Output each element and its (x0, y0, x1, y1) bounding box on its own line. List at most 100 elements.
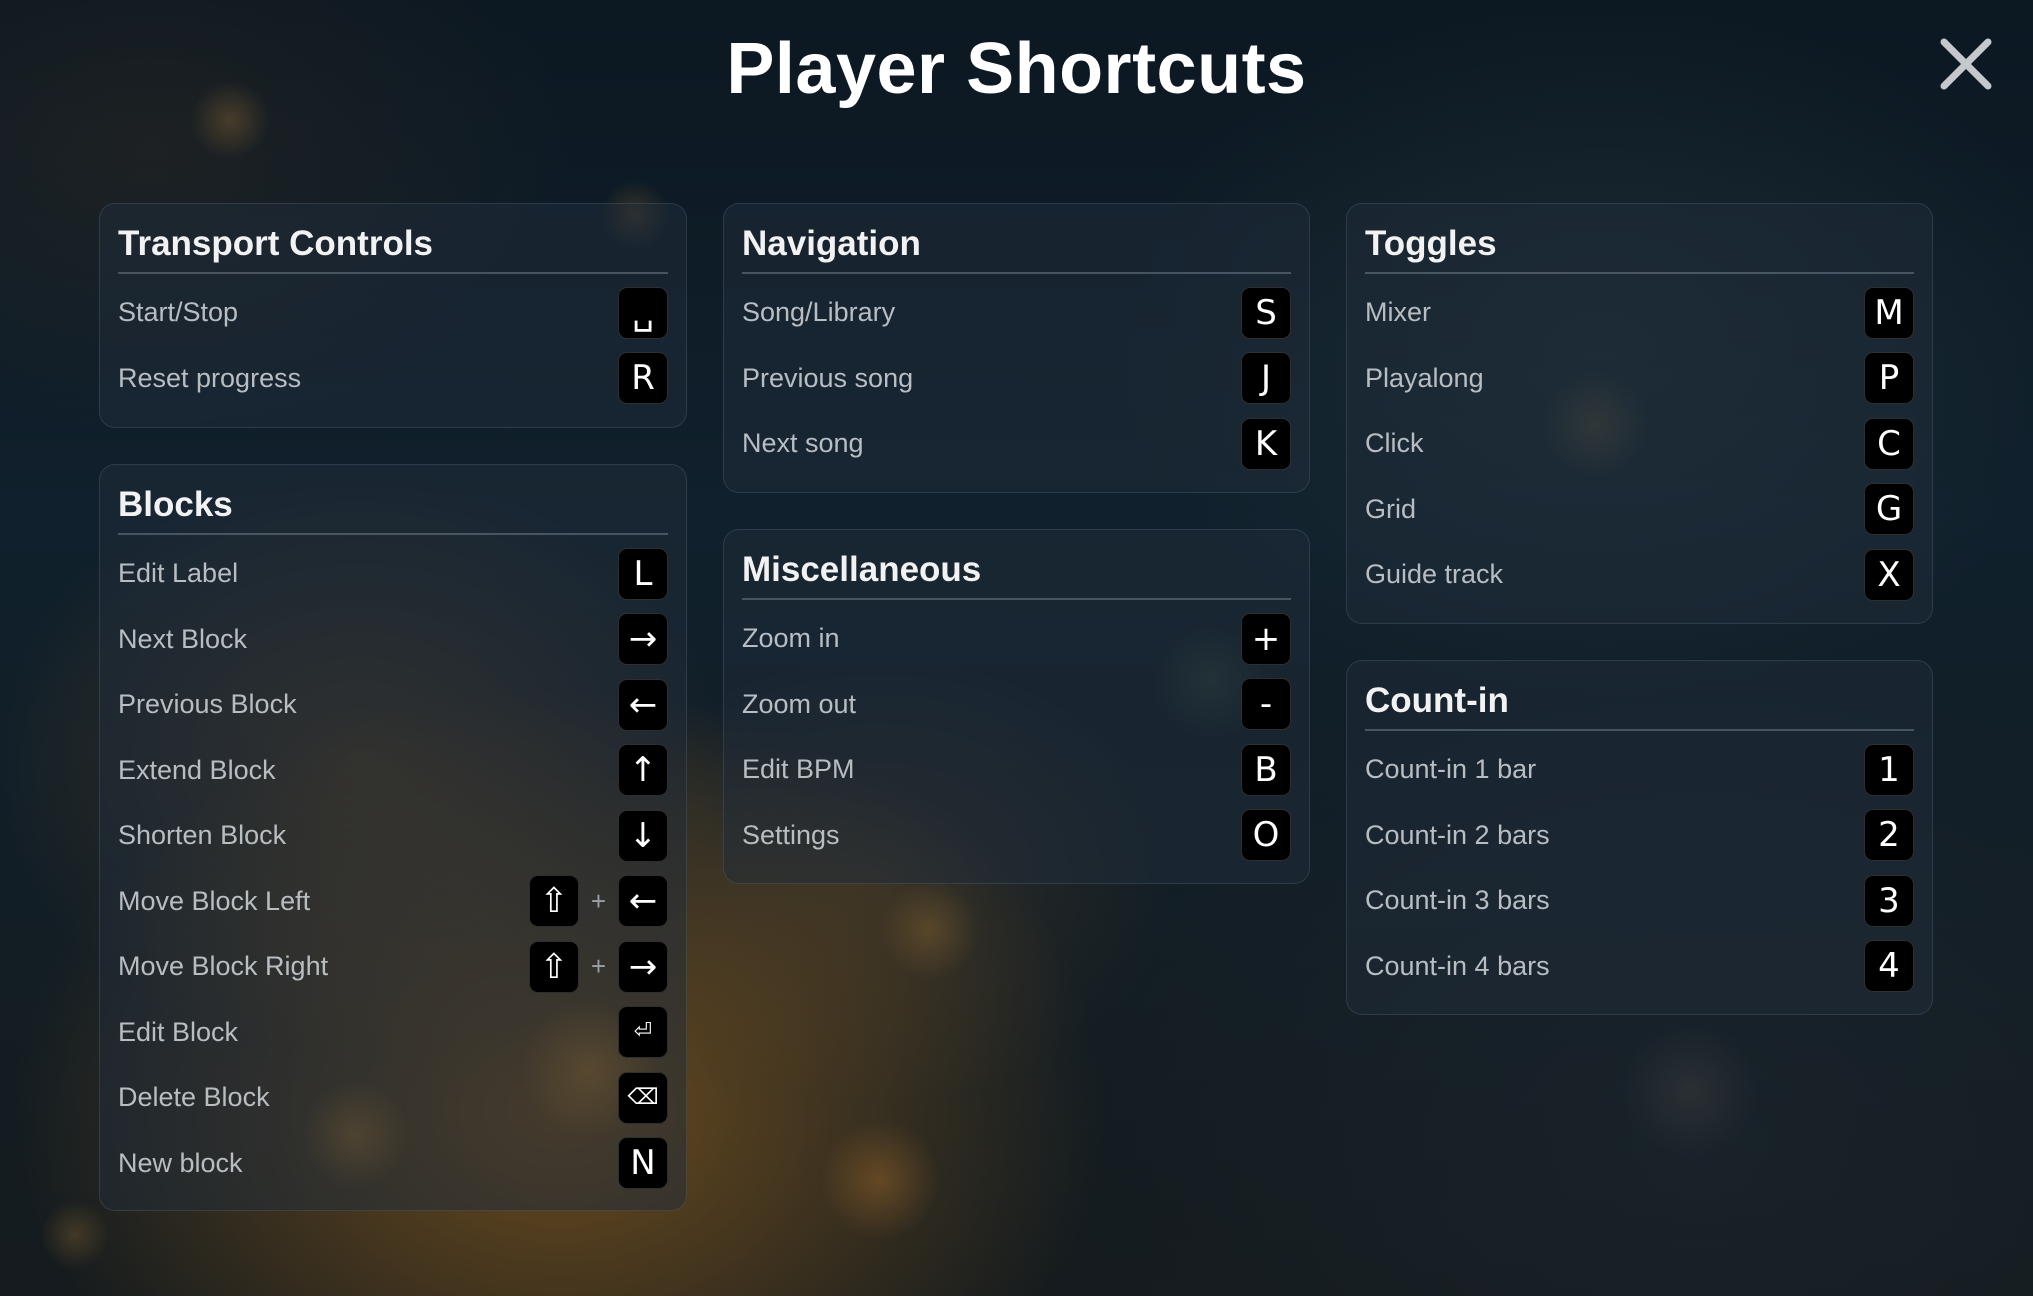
shortcut-row-start-stop: Start/Stop ␣ (118, 280, 668, 346)
plus-separator: + (590, 885, 606, 916)
key-badge: O (1241, 809, 1291, 862)
transport-controls-panel: Transport Controls Start/Stop ␣ Reset pr… (99, 203, 687, 428)
shortcut-label: Count-in 4 bars (1365, 950, 1550, 981)
key-badge: B (1241, 743, 1291, 796)
shortcut-row-grid: Grid G (1365, 477, 1914, 543)
shortcut-row-next-song: Next song K (742, 411, 1291, 477)
plus-icon: + (1241, 612, 1291, 665)
shortcut-label: Edit Block (118, 1016, 239, 1047)
page-title: Player Shortcuts (726, 29, 1307, 109)
shortcut-label: Song/Library (742, 297, 896, 328)
shortcut-label: Guide track (1365, 559, 1504, 590)
shortcut-label: Previous song (742, 362, 914, 393)
shortcut-row-guide-track: Guide track X (1365, 542, 1914, 608)
panel-title: Count-in (1365, 661, 1914, 731)
shortcut-label: New block (118, 1147, 243, 1178)
arrow-right-icon: → (618, 613, 668, 666)
shortcut-label: Start/Stop (118, 297, 239, 328)
shortcut-row-move-block-left: Move Block Left ⇧ + ← (118, 869, 668, 935)
key-badge: 2 (1864, 809, 1914, 862)
shortcut-row-previous-block: Previous Block ← (118, 672, 668, 738)
shortcut-label: Edit BPM (742, 754, 855, 785)
shortcut-label: Zoom in (742, 623, 840, 654)
shortcut-label: Mixer (1365, 297, 1431, 328)
shortcut-label: Grid (1365, 493, 1417, 524)
shortcut-label: Reset progress (118, 362, 302, 393)
shortcut-row-reset-progress: Reset progress R (118, 346, 668, 412)
backspace-icon: ⌫ (618, 1071, 668, 1124)
arrow-left-icon: ← (618, 875, 668, 928)
bokeh-light (1620, 1020, 1760, 1160)
panel-title: Navigation (742, 204, 1291, 274)
shift-icon: ⇧ (528, 875, 579, 928)
shift-icon: ⇧ (528, 940, 579, 993)
shortcut-row-click: Click C (1365, 411, 1914, 477)
panel-title: Blocks (118, 465, 668, 535)
key-badge: 3 (1864, 874, 1914, 927)
count-in-panel: Count-in Count-in 1 bar 1 Count-in 2 bar… (1346, 660, 1933, 1015)
arrow-down-icon: ↓ (618, 809, 668, 862)
key-badge: R (618, 352, 668, 405)
shortcut-row-extend-block: Extend Block ↑ (118, 738, 668, 804)
shortcut-row-settings: Settings O (742, 803, 1291, 869)
shortcut-label: Delete Block (118, 1082, 270, 1113)
shortcut-row-playalong: Playalong P (1365, 346, 1914, 412)
shortcut-label: Count-in 1 bar (1365, 754, 1537, 785)
plus-separator: + (590, 951, 606, 982)
key-badge: P (1864, 352, 1914, 405)
shortcut-row-delete-block: Delete Block ⌫ (118, 1065, 668, 1131)
shortcut-row-previous-song: Previous song J (742, 346, 1291, 412)
arrow-left-icon: ← (618, 678, 668, 731)
return-icon: ⏎ (618, 1006, 668, 1059)
shortcut-row-count-in-4: Count-in 4 bars 4 (1365, 934, 1914, 1000)
close-icon (1940, 38, 1992, 90)
shortcut-label: Click (1365, 428, 1424, 459)
key-badge: 4 (1864, 940, 1914, 993)
key-badge: K (1241, 417, 1291, 470)
shortcut-row-mixer: Mixer M (1365, 280, 1914, 346)
key-badge: X (1864, 548, 1914, 601)
bokeh-light (820, 1120, 940, 1240)
shortcut-row-count-in-3: Count-in 3 bars 3 (1365, 868, 1914, 934)
shortcut-row-shorten-block: Shorten Block ↓ (118, 803, 668, 869)
shortcut-label: Count-in 3 bars (1365, 885, 1550, 916)
arrow-right-icon: → (618, 940, 668, 993)
blocks-panel: Blocks Edit Label L Next Block → Previou… (99, 464, 687, 1211)
shortcut-label: Shorten Block (118, 820, 287, 851)
shortcut-label: Count-in 2 bars (1365, 819, 1550, 850)
shortcut-label: Next song (742, 428, 864, 459)
key-badge: 1 (1864, 743, 1914, 796)
shortcut-row-song-library: Song/Library S (742, 280, 1291, 346)
space-key: ␣ (618, 286, 668, 339)
shortcut-row-edit-block: Edit Block ⏎ (118, 1000, 668, 1066)
panel-title: Toggles (1365, 204, 1914, 274)
shortcut-label: Move Block Left (118, 885, 311, 916)
key-badge: M (1864, 286, 1914, 339)
shortcut-label: Settings (742, 819, 840, 850)
shortcut-label: Next Block (118, 623, 248, 654)
shortcut-row-edit-bpm: Edit BPM B (742, 737, 1291, 803)
shortcut-row-new-block: New block N (118, 1131, 668, 1197)
key-badge: G (1864, 483, 1914, 536)
shortcut-row-zoom-in: Zoom in + (742, 606, 1291, 672)
key-badge: L (618, 547, 668, 600)
close-button[interactable] (1936, 34, 1996, 94)
shortcut-label: Edit Label (118, 558, 239, 589)
shortcut-label: Zoom out (742, 688, 857, 719)
panel-title: Transport Controls (118, 204, 668, 274)
shortcut-row-move-block-right: Move Block Right ⇧ + → (118, 934, 668, 1000)
bokeh-light (40, 1200, 110, 1270)
navigation-panel: Navigation Song/Library S Previous song … (723, 203, 1310, 493)
shortcut-label: Playalong (1365, 362, 1484, 393)
panel-title: Miscellaneous (742, 530, 1291, 600)
shortcut-row-next-block: Next Block → (118, 607, 668, 673)
key-badge: J (1241, 352, 1291, 405)
arrow-up-icon: ↑ (618, 744, 668, 797)
shortcut-label: Previous Block (118, 689, 297, 720)
key-badge: C (1864, 417, 1914, 470)
shortcut-label: Extend Block (118, 754, 276, 785)
shortcut-row-count-in-1: Count-in 1 bar 1 (1365, 737, 1914, 803)
shortcut-row-edit-label: Edit Label L (118, 541, 668, 607)
key-badge: N (618, 1137, 668, 1190)
key-badge: S (1241, 286, 1291, 339)
